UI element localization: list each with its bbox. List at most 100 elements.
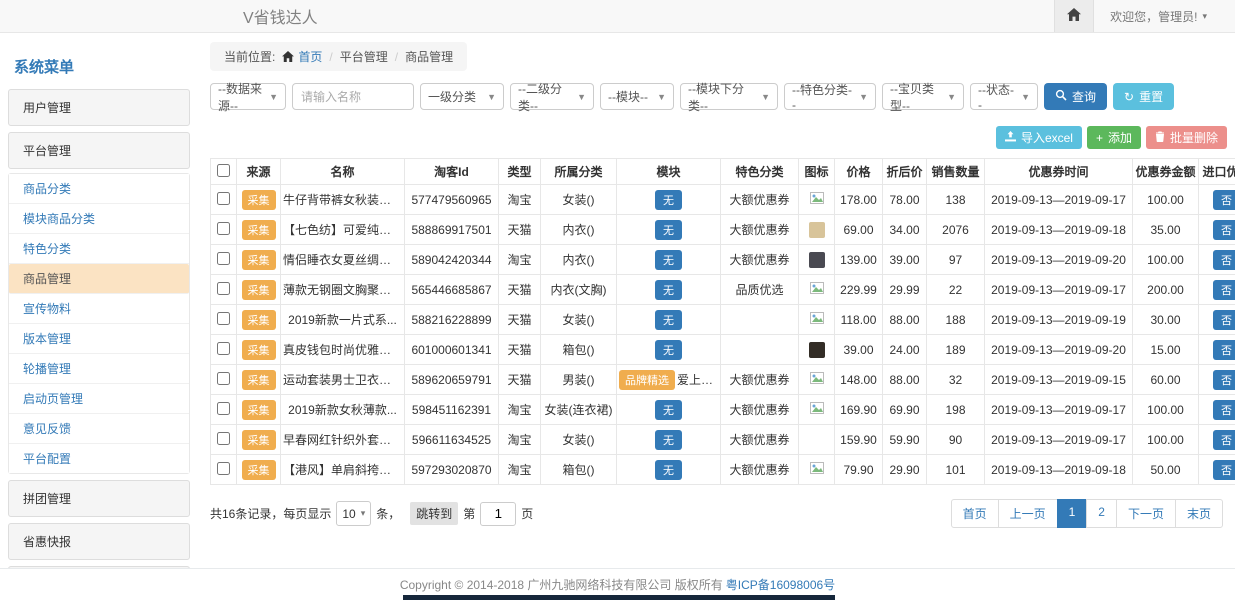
broken-image-icon: [810, 283, 824, 297]
name-search-input[interactable]: [292, 83, 414, 110]
module-badge[interactable]: 无: [655, 190, 682, 210]
row-checkbox[interactable]: [217, 252, 230, 265]
column-header-折后价: 折后价: [883, 159, 927, 185]
filter-select-0[interactable]: --数据来源--▼: [210, 83, 286, 110]
column-header-图标: 图标: [799, 159, 835, 185]
module-badge[interactable]: 无: [655, 310, 682, 330]
module-badge[interactable]: 无: [655, 340, 682, 360]
table-row: 采集2019新款女秋薄款...598451162391淘宝女装(连衣裙)无大额优…: [211, 395, 1235, 425]
source-cell: 采集: [237, 395, 281, 425]
module-badge[interactable]: 品牌精选: [619, 370, 675, 390]
sidebar-group-拼团管理[interactable]: 拼团管理: [8, 480, 190, 517]
page-button-1[interactable]: 1: [1057, 499, 1088, 528]
sidebar-item-商品分类[interactable]: 商品分类: [9, 174, 189, 204]
add-button[interactable]: + 添加: [1087, 126, 1141, 149]
row-checkbox[interactable]: [217, 462, 230, 475]
filter-select-4[interactable]: --模块下分类--▼: [680, 83, 778, 110]
module-badge[interactable]: 无: [655, 400, 682, 420]
import-select-toggle[interactable]: 否: [1213, 460, 1235, 480]
type-cell: 淘宝: [499, 185, 541, 215]
import-select-toggle[interactable]: 否: [1213, 370, 1235, 390]
home-button[interactable]: [1054, 0, 1094, 32]
select-all-checkbox[interactable]: [217, 164, 230, 177]
batch-delete-button[interactable]: 批量删除: [1146, 126, 1227, 149]
module-badge[interactable]: 无: [655, 280, 682, 300]
filter-select-6[interactable]: --宝贝类型--▼: [882, 83, 964, 110]
row-checkbox[interactable]: [217, 432, 230, 445]
page-size-select[interactable]: 10 ▾: [336, 501, 371, 526]
sidebar-item-启动页管理[interactable]: 启动页管理: [9, 384, 189, 414]
product-thumbnail: [809, 342, 825, 358]
sidebar-item-意见反馈[interactable]: 意见反馈: [9, 414, 189, 444]
reset-button-label: 重置: [1139, 88, 1163, 105]
sidebar-item-宣传物料[interactable]: 宣传物料: [9, 294, 189, 324]
import-select-toggle[interactable]: 否: [1213, 400, 1235, 420]
filter-select-value: --特色分类--: [792, 81, 853, 112]
pagination: 首页上一页12下一页末页: [952, 499, 1223, 528]
reset-button[interactable]: ↻ 重置: [1113, 83, 1174, 110]
filter-select-5[interactable]: --特色分类--▼: [784, 83, 876, 110]
page-button-下一页[interactable]: 下一页: [1116, 499, 1176, 528]
coupon-amount-cell: 100.00: [1133, 425, 1199, 455]
module-badge[interactable]: 无: [655, 250, 682, 270]
taskbar-strip: [403, 595, 835, 600]
import-select-toggle[interactable]: 否: [1213, 250, 1235, 270]
sidebar-item-版本管理[interactable]: 版本管理: [9, 324, 189, 354]
page-button-首页[interactable]: 首页: [951, 499, 999, 528]
icon-cell: [799, 215, 835, 245]
filter-selects: --数据来源--▼ 一级分类▼--二级分类--▼--模块--▼--模块下分类--▼…: [210, 83, 1038, 110]
breadcrumb-prefix: 当前位置:: [224, 48, 275, 65]
sidebar-group-省惠快报[interactable]: 省惠快报: [8, 523, 190, 560]
user-menu[interactable]: 欢迎您，管理员! ▾: [1094, 8, 1235, 25]
filter-select-7[interactable]: --状态--▼: [970, 83, 1038, 110]
jump-page-input[interactable]: [480, 502, 516, 526]
import-select-toggle[interactable]: 否: [1213, 220, 1235, 240]
type-cell: 天猫: [499, 215, 541, 245]
name-cell: 情侣睡衣女夏丝绸男士...: [281, 245, 405, 275]
module-cell: 无: [617, 455, 721, 485]
sales-cell: 90: [927, 425, 985, 455]
jump-button[interactable]: 跳转到: [410, 502, 458, 525]
sidebar-group-用户管理[interactable]: 用户管理: [8, 89, 190, 126]
row-checkbox[interactable]: [217, 372, 230, 385]
page-size-value: 10: [342, 507, 355, 521]
row-checkbox[interactable]: [217, 222, 230, 235]
source-cell: 采集: [237, 245, 281, 275]
filter-select-3[interactable]: --模块--▼: [600, 83, 674, 110]
page-button-2[interactable]: 2: [1086, 499, 1117, 528]
search-button[interactable]: 查询: [1044, 83, 1107, 110]
filter-select-2[interactable]: --二级分类--▼: [510, 83, 594, 110]
import-select-toggle[interactable]: 否: [1213, 340, 1235, 360]
import-select-toggle[interactable]: 否: [1213, 310, 1235, 330]
icp-link[interactable]: 粤ICP备16098006号: [726, 576, 835, 593]
sidebar-group-平台管理[interactable]: 平台管理: [8, 132, 190, 169]
coupon-time-cell: 2019-09-13—2019-09-15: [985, 365, 1133, 395]
filter-select-1[interactable]: 一级分类▼: [420, 83, 504, 110]
module-cell: 无: [617, 245, 721, 275]
row-checkbox[interactable]: [217, 342, 230, 355]
import-select-toggle[interactable]: 否: [1213, 190, 1235, 210]
breadcrumb-separator: /: [395, 50, 398, 64]
module-badge[interactable]: 无: [655, 220, 682, 240]
sidebar-item-模块商品分类[interactable]: 模块商品分类: [9, 204, 189, 234]
sidebar-item-商品管理[interactable]: 商品管理: [9, 264, 189, 294]
page-button-上一页[interactable]: 上一页: [998, 499, 1058, 528]
module-badge[interactable]: 无: [655, 430, 682, 450]
row-checkbox[interactable]: [217, 312, 230, 325]
module-badge[interactable]: 无: [655, 460, 682, 480]
page-button-末页[interactable]: 末页: [1175, 499, 1223, 528]
taoke-id-cell: 588216228899: [405, 305, 499, 335]
import-excel-button[interactable]: 导入excel: [996, 126, 1082, 149]
icon-cell: [799, 365, 835, 395]
sidebar-item-轮播管理[interactable]: 轮播管理: [9, 354, 189, 384]
row-checkbox[interactable]: [217, 282, 230, 295]
taoke-id-cell: 565446685867: [405, 275, 499, 305]
sidebar-item-特色分类[interactable]: 特色分类: [9, 234, 189, 264]
feature-cell: 品质优选: [721, 275, 799, 305]
row-checkbox[interactable]: [217, 402, 230, 415]
import-select-toggle[interactable]: 否: [1213, 280, 1235, 300]
import-select-toggle[interactable]: 否: [1213, 430, 1235, 450]
row-checkbox[interactable]: [217, 192, 230, 205]
breadcrumb-home-link[interactable]: 首页: [298, 48, 322, 65]
sidebar-item-平台配置[interactable]: 平台配置: [9, 444, 189, 473]
